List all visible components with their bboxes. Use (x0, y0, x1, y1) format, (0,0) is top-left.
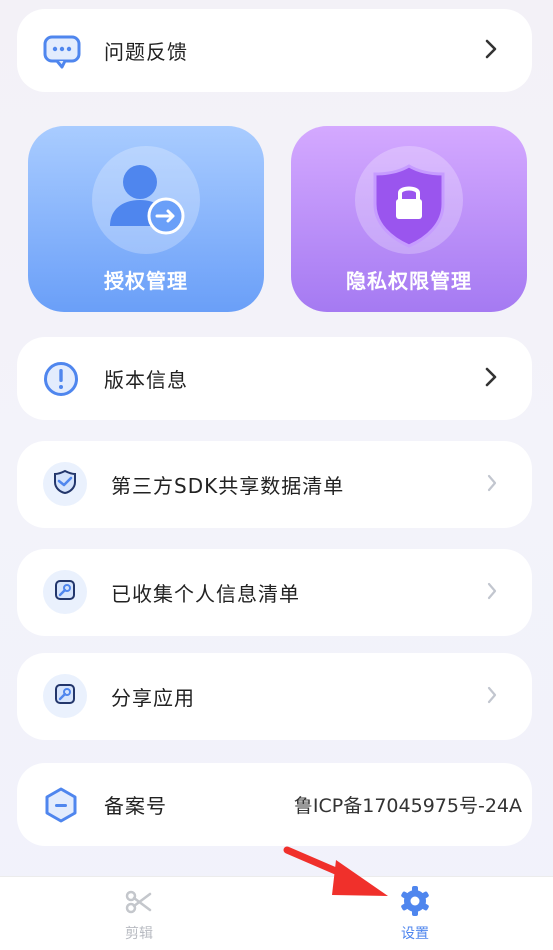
hexagon-icon (43, 786, 79, 828)
icp-row[interactable]: 备案号 鲁ICP备17045975号-24A (17, 763, 532, 846)
feedback-row[interactable]: 问题反馈 (17, 9, 532, 92)
tag-icon (53, 578, 77, 606)
shield-check-icon (53, 469, 77, 499)
bottom-tab-bar: 剪辑 设置 (0, 876, 553, 950)
version-label: 版本信息 (104, 368, 188, 392)
share-icon-wrap (43, 674, 87, 718)
chat-icon (43, 35, 81, 73)
tab-settings-label: 设置 (401, 926, 429, 942)
auth-management-card[interactable]: 授权管理 (28, 126, 264, 312)
share-app-row[interactable]: 分享应用 (17, 653, 532, 740)
person-arrow-icon (106, 160, 190, 244)
icp-number: 鲁ICP备17045975号-24A (293, 795, 522, 817)
privacy-management-card[interactable]: 隐私权限管理 (291, 126, 527, 312)
tag-icon (53, 682, 77, 710)
personal-info-icon-wrap (43, 570, 87, 614)
share-app-label: 分享应用 (111, 686, 195, 710)
sdk-icon-wrap (43, 462, 87, 506)
info-icon (43, 361, 79, 401)
tab-edit-label: 剪辑 (125, 926, 153, 942)
sdk-list-label: 第三方SDK共享数据清单 (111, 474, 345, 498)
sdk-list-row[interactable]: 第三方SDK共享数据清单 (17, 441, 532, 528)
gear-icon (399, 885, 431, 921)
scissors-icon (125, 889, 153, 919)
tab-edit[interactable]: 剪辑 (89, 877, 189, 950)
chevron-right-icon (484, 366, 498, 392)
personal-info-label: 已收集个人信息清单 (111, 582, 300, 606)
chevron-right-icon (486, 581, 498, 605)
icp-label: 备案号 (104, 794, 167, 818)
auth-card-title: 授权管理 (104, 269, 188, 293)
feedback-label: 问题反馈 (104, 40, 188, 64)
tab-settings[interactable]: 设置 (365, 877, 465, 950)
chevron-right-icon (486, 685, 498, 709)
privacy-card-title: 隐私权限管理 (346, 269, 472, 293)
version-row[interactable]: 版本信息 (17, 337, 532, 420)
personal-info-row[interactable]: 已收集个人信息清单 (17, 549, 532, 636)
chevron-right-icon (486, 473, 498, 497)
chevron-right-icon (484, 38, 498, 64)
shield-lock-icon (369, 162, 449, 254)
